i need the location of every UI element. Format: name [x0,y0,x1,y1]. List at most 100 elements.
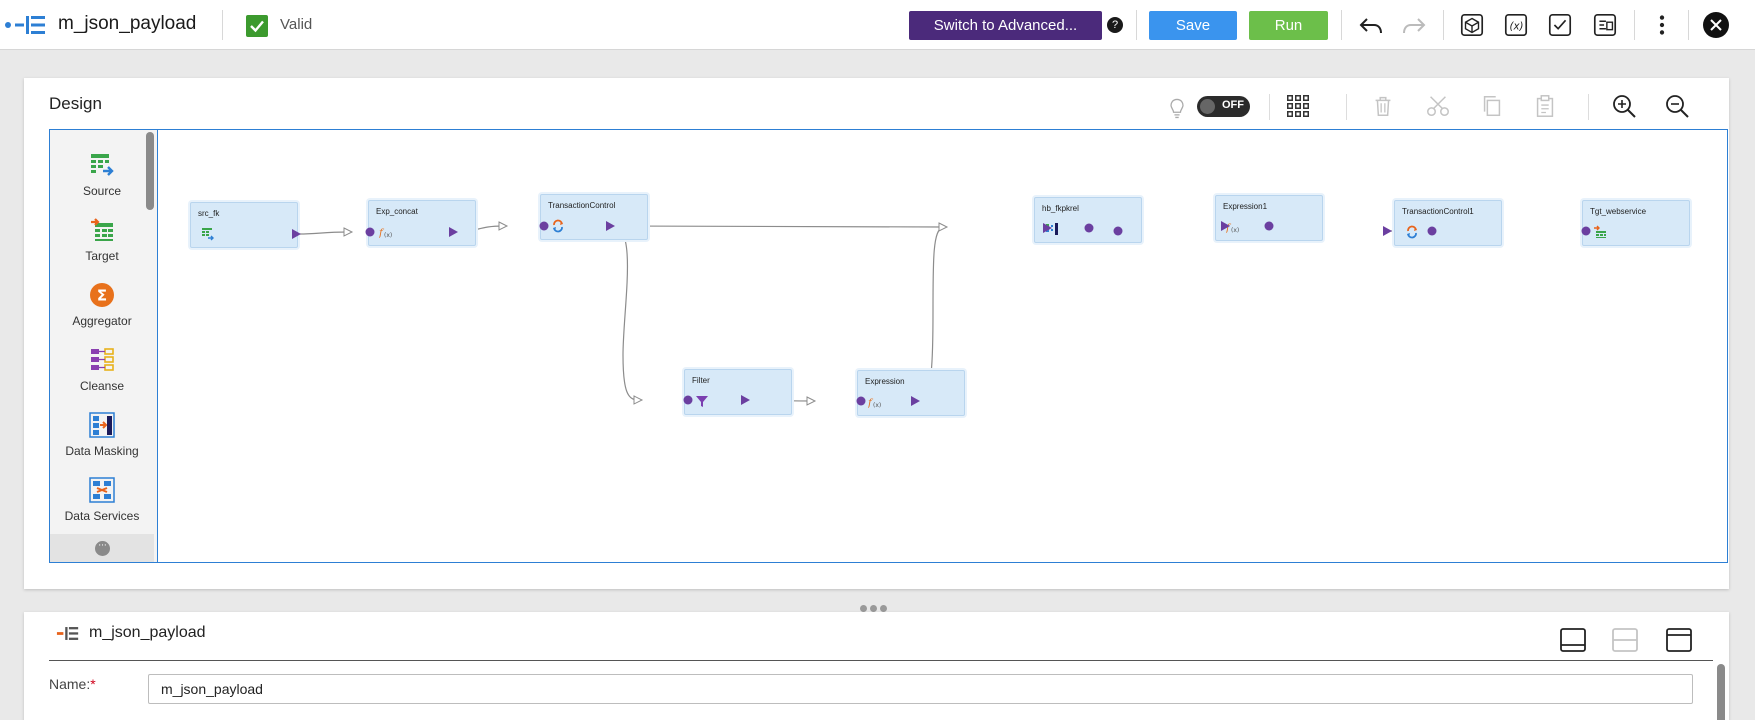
valid-check-icon [246,15,268,37]
hierarchy-builder-icon [1046,223,1058,235]
toggle-label: OFF [1222,99,1244,111]
node-label: Exp_concat [376,207,418,216]
node-label: Expression1 [1223,202,1268,211]
dock-split-icon[interactable] [1611,626,1639,654]
node-label: Tgt_webservice [1590,207,1647,216]
palette-more[interactable]: ··· [50,534,154,562]
connection-lines [298,221,1429,406]
properties-header: m_json_payload [56,622,206,644]
transaction-icon [553,219,563,233]
properties-title: m_json_payload [89,624,206,641]
divider [1269,94,1270,120]
lightbulb-icon[interactable] [1161,92,1193,124]
validate-icon[interactable] [1544,9,1576,41]
mapping-title: m_json_payload [58,13,197,34]
undo-icon[interactable] [1355,9,1387,41]
expression-function-icon[interactable]: (x) [1500,9,1532,41]
node-transaction-control1[interactable]: TransactionControl1 [1394,200,1502,246]
properties-panel: m_json_payload Name:* [24,612,1729,720]
divider [222,10,223,40]
node-hb-fkpkrel[interactable]: hb_fkpkrel [1034,197,1142,243]
node-label: Expression [865,377,905,386]
save-button[interactable]: Save [1149,11,1237,40]
parameters-cube-icon[interactable] [1456,9,1488,41]
grid-icon[interactable] [1282,90,1314,122]
mapping-canvas[interactable]: Source Target Σ Aggregator Cleanse Data … [49,129,1728,563]
expression-icon: f (x) [868,398,881,409]
mapping-logo-icon [5,16,45,34]
divider [49,660,1713,661]
svg-text:(x): (x) [1510,22,1524,33]
design-panel: Design OFF Source Target Σ Aggregator Cl… [24,78,1729,589]
divider [1346,94,1347,120]
expression-icon: f (x) [1226,223,1239,234]
divider [1634,10,1635,40]
top-bar: m_json_payload Valid Switch to Advanced.… [0,0,1755,50]
design-title: Design [49,94,102,113]
auto-arrange-toggle[interactable]: OFF [1197,96,1250,117]
divider [1443,10,1444,40]
transaction-icon [1407,225,1417,239]
node-exp-concat[interactable]: Exp_concat f (x) [368,200,476,246]
zoom-in-icon[interactable] [1608,90,1640,122]
palette-item-data-masking[interactable]: Data Masking [50,412,154,458]
palette-label: Cleanse [79,379,125,393]
filter-icon [696,396,708,407]
divider [1588,94,1589,120]
node-label: TransactionControl [548,201,616,210]
palette-label: Data Services [64,509,140,523]
cleanse-icon [91,348,114,371]
sequence-icon[interactable] [1589,9,1621,41]
cut-icon[interactable] [1422,90,1454,122]
node-expression1[interactable]: Expression1 f (x) [1215,195,1323,241]
palette-label: Data Masking [65,444,139,458]
name-label-text: Name: [49,676,91,692]
properties-scrollbar[interactable] [1717,664,1725,720]
palette-label: Target [85,249,119,263]
palette-scrollbar[interactable] [146,132,154,210]
switch-to-advanced-button[interactable]: Switch to Advanced... [909,11,1102,40]
node-expression[interactable]: Expression f (x) [857,370,965,416]
panel-splitter[interactable] [860,597,896,612]
dock-top-icon[interactable] [1665,626,1693,654]
name-field-label: Name:* [49,676,96,692]
close-icon[interactable] [1700,9,1732,41]
name-input[interactable] [148,674,1693,704]
palette-item-target[interactable]: Target [50,217,154,263]
svg-text:(x): (x) [873,402,881,409]
palette-label: Source [82,184,122,198]
node-filter[interactable]: Filter [684,369,792,415]
palette-item-source[interactable]: Source [50,152,154,198]
node-tgt-webservice[interactable]: Tgt_webservice [1582,200,1690,246]
palette-label: Aggregator [72,314,132,328]
required-marker: * [90,676,96,692]
divider [1688,10,1689,40]
data-services-icon [89,477,115,503]
run-button[interactable]: Run [1249,11,1328,40]
divider [1341,10,1342,40]
zoom-out-icon[interactable] [1661,90,1693,122]
source-icon [91,154,114,176]
redo-icon[interactable] [1398,9,1430,41]
toggle-knob [1200,99,1215,114]
svg-text:Σ: Σ [97,287,107,305]
flow-area[interactable]: src_fk Exp_concat f (x) TransactionContro… [158,130,1727,562]
mapping-icon [56,626,79,640]
palette-item-aggregator[interactable]: Σ Aggregator [50,282,154,328]
validation-status: Valid [280,16,313,33]
svg-text:(x): (x) [384,232,392,239]
help-icon[interactable]: ? [1107,17,1123,33]
target-icon [1594,225,1606,238]
paste-icon[interactable] [1529,90,1561,122]
transformation-palette: Source Target Σ Aggregator Cleanse Data … [50,130,158,562]
node-transaction-control[interactable]: TransactionControl [540,194,648,240]
node-src-fk[interactable]: src_fk [190,202,298,248]
palette-item-data-services[interactable]: Data Services [50,477,154,523]
dock-bottom-icon[interactable] [1559,626,1587,654]
palette-item-cleanse[interactable]: Cleanse [50,347,154,393]
copy-icon[interactable] [1476,90,1508,122]
source-icon [202,228,214,241]
more-options-icon[interactable] [1646,9,1678,41]
svg-text:(x): (x) [1231,227,1239,234]
delete-icon[interactable] [1367,90,1399,122]
